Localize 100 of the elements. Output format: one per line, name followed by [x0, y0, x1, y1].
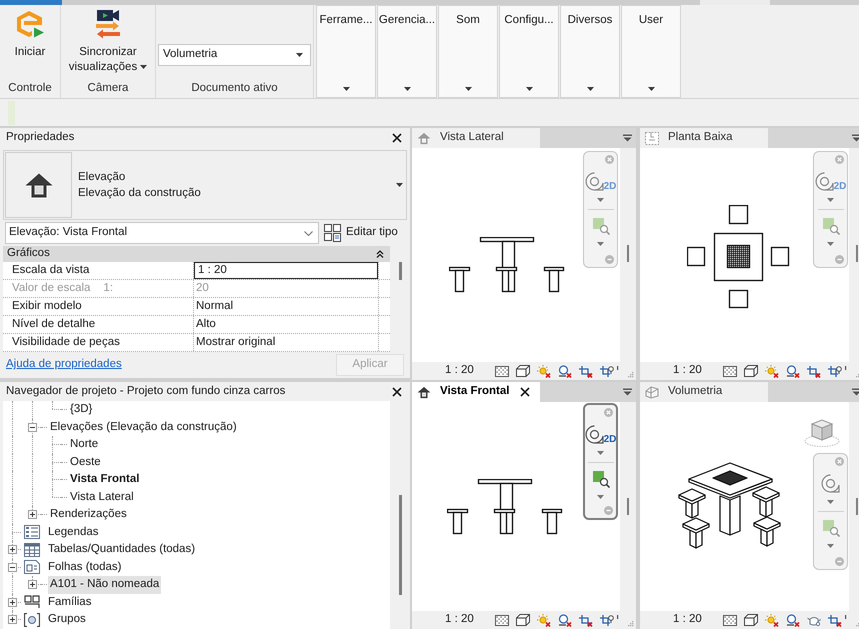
view-tab[interactable]: Vista Frontal	[412, 382, 540, 402]
scrollbar-thumb[interactable]	[856, 498, 858, 515]
type-selector[interactable]: Elevação Elevação da construção	[3, 150, 407, 220]
ribbon-button[interactable]: Sincronizar visualizações	[64, 5, 152, 75]
view-menu-icon[interactable]	[623, 388, 632, 396]
tree-item[interactable]: Vista Lateral	[68, 488, 136, 506]
sun-path-icon[interactable]	[764, 614, 779, 626]
shadows-icon[interactable]	[558, 614, 572, 626]
tree-item[interactable]: Vista Frontal	[68, 471, 142, 488]
caret-icon	[597, 242, 604, 246]
collapsed-panel[interactable]: Gerencia...	[377, 5, 437, 98]
expand-icon[interactable]	[8, 615, 17, 624]
view-menu-icon[interactable]	[623, 134, 632, 142]
instance-dropdown[interactable]: Elevação: Vista Frontal	[5, 222, 319, 244]
scrollbar-thumb[interactable]	[399, 495, 402, 595]
detail-level-icon[interactable]	[494, 366, 509, 376]
cube-icon[interactable]	[516, 614, 530, 626]
resize-grip-icon[interactable]	[626, 620, 634, 626]
collapse-icon[interactable]	[376, 250, 384, 258]
navigation-wheel-icon[interactable]	[821, 474, 840, 495]
tree-item[interactable]: Folhas (todas)	[46, 558, 124, 576]
sun-path-icon[interactable]	[536, 364, 551, 378]
crop-view-icon[interactable]	[806, 364, 821, 378]
scrollbar-thumb[interactable]	[856, 245, 858, 262]
crop-region-icon[interactable]	[828, 364, 842, 378]
shadows-icon[interactable]	[558, 364, 572, 378]
expand-icon[interactable]	[28, 510, 37, 519]
view-tab[interactable]: Planta Baixa	[640, 128, 768, 148]
help-link[interactable]: Ajuda de propriedades	[6, 359, 122, 371]
tree-item[interactable]: Grupos	[46, 611, 88, 628]
expand-icon[interactable]	[28, 580, 37, 589]
cube-icon[interactable]	[516, 365, 530, 377]
tree-item[interactable]: Legendas	[46, 524, 101, 541]
property-value: Mostrar original	[196, 336, 276, 348]
close-button[interactable]	[520, 387, 530, 397]
navigation-wheel-icon[interactable]	[584, 425, 604, 446]
sheet-icon	[24, 560, 40, 574]
view-scale[interactable]: 1 : 20	[445, 614, 474, 626]
property-value: Normal	[196, 300, 234, 312]
crop-view-icon[interactable]	[578, 614, 593, 626]
edit-type-button[interactable]: Editar tipo	[324, 224, 398, 242]
expand-icon[interactable]	[8, 598, 17, 606]
detail-level-icon[interactable]	[722, 366, 737, 376]
collapse-icon[interactable]	[28, 422, 37, 432]
cube-icon[interactable]	[744, 614, 758, 626]
elevation-view-icon	[417, 386, 431, 398]
close-button[interactable]	[392, 133, 402, 143]
detail-level-icon[interactable]	[494, 614, 509, 626]
document-dropdown[interactable]: Volumetria	[158, 44, 311, 66]
caret-icon	[827, 198, 834, 202]
crop-region-icon[interactable]	[600, 614, 614, 626]
detail-level-icon[interactable]	[722, 614, 737, 626]
family-icon	[24, 595, 40, 610]
view-tab[interactable]: Vista Lateral	[412, 128, 540, 148]
sun-path-icon[interactable]	[764, 364, 779, 378]
navigation-wheel-icon[interactable]	[584, 172, 604, 193]
tree-item[interactable]: A101 - Não nomeada	[48, 576, 162, 594]
section-header[interactable]: Gráficos	[3, 246, 390, 262]
navigation-wheel-icon[interactable]	[814, 172, 834, 193]
ribbon-button[interactable]: Iniciar	[14, 5, 46, 60]
view-tab[interactable]: Volumetria	[640, 382, 768, 402]
zoom-icon[interactable]	[592, 470, 610, 488]
view-scale[interactable]: 1 : 20	[673, 365, 702, 377]
crop-view-icon[interactable]	[578, 364, 593, 378]
caret-icon	[296, 53, 303, 57]
view-cube-icon[interactable]	[803, 418, 841, 448]
view-menu-icon[interactable]	[852, 134, 859, 142]
scrollbar-thumb[interactable]	[627, 498, 629, 515]
collapsed-panel[interactable]: User	[621, 5, 681, 98]
tree-item[interactable]: Norte	[68, 436, 100, 454]
crop-region-icon[interactable]	[600, 364, 614, 378]
cube-icon[interactable]	[744, 365, 758, 377]
collapse-icon[interactable]	[8, 562, 17, 572]
crop-view-icon[interactable]	[828, 614, 842, 626]
collapsed-panel[interactable]: Diversos	[560, 5, 620, 98]
tree-item[interactable]: Famílias	[46, 594, 94, 611]
collapsed-panel[interactable]: Som	[438, 5, 498, 98]
tree-item[interactable]: Oeste	[68, 454, 103, 471]
tree-item[interactable]: Renderizações	[48, 506, 129, 524]
tree-item[interactable]: Elevações (Elevação da construção)	[48, 418, 239, 436]
expand-icon[interactable]	[8, 545, 17, 554]
scrollbar-thumb[interactable]	[627, 245, 629, 262]
tree-item[interactable]: Tabelas/Quantidades (todas)	[46, 541, 198, 558]
view-scale[interactable]: 1 : 20	[673, 614, 702, 626]
view-scale[interactable]: 1 : 20	[445, 365, 474, 377]
collapsed-panel[interactable]: Configu...	[499, 5, 559, 98]
tree-item[interactable]: {3D}	[68, 401, 94, 418]
resize-grip-icon[interactable]	[626, 370, 634, 378]
property-label: Valor de escala	[12, 282, 90, 294]
sun-path-icon[interactable]	[536, 614, 551, 626]
wheel-mode-label: 2D	[604, 182, 616, 192]
elevation-type-icon	[5, 152, 72, 218]
scrollbar-thumb[interactable]	[399, 262, 402, 280]
collapsed-panel[interactable]: Ferrame...	[316, 5, 376, 98]
shadows-icon[interactable]	[786, 364, 800, 378]
scale-field[interactable]: 1 : 20	[194, 262, 378, 279]
view-menu-icon[interactable]	[852, 388, 859, 396]
shadows-icon[interactable]	[786, 614, 800, 626]
close-button[interactable]	[392, 386, 402, 396]
tick-mark-icon	[844, 615, 847, 619]
